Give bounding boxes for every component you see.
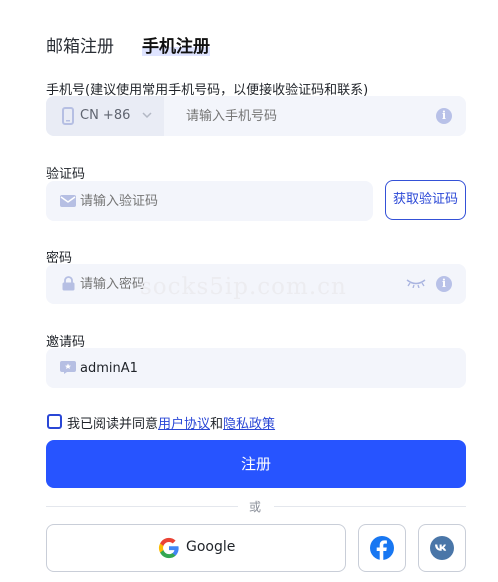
divider-text: 或 <box>249 500 262 514</box>
privacy-link[interactable]: 隐私政策 <box>223 417 275 432</box>
google-login-button[interactable]: Google <box>46 524 346 572</box>
invite-field: adminA1 <box>46 348 466 388</box>
divider-line-right <box>274 506 466 507</box>
chevron-down-icon <box>142 112 152 119</box>
facebook-icon <box>370 536 394 560</box>
divider-line-left <box>46 506 238 507</box>
terms-link[interactable]: 用户协议 <box>158 417 210 432</box>
vk-icon <box>430 536 454 560</box>
invite-input[interactable]: adminA1 <box>80 361 138 376</box>
mobile-phone-icon <box>62 107 74 125</box>
agreement-text: 我已阅读并同意用户协议和隐私政策 <box>67 413 275 432</box>
mail-icon <box>60 195 76 207</box>
country-code-value: CN +86 <box>80 108 131 123</box>
code-field <box>46 181 373 221</box>
google-label: Google <box>186 539 236 555</box>
vk-login-button[interactable] <box>418 524 466 572</box>
eye-closed-icon[interactable] <box>406 278 426 288</box>
code-input[interactable] <box>80 181 360 221</box>
country-code-select[interactable]: CN +86 <box>46 96 164 136</box>
lock-icon <box>62 276 75 291</box>
register-button[interactable]: 注册 <box>46 440 466 488</box>
phone-field: CN +86 i <box>46 96 466 136</box>
phone-input[interactable] <box>186 96 426 136</box>
google-icon <box>158 537 179 559</box>
get-code-button[interactable]: 获取验证码 <box>385 180 466 220</box>
tab-phone-label: 手机注册 <box>142 37 210 57</box>
facebook-login-button[interactable] <box>358 524 406 572</box>
agreement-and: 和 <box>210 417 224 432</box>
agreement-prefix: 我已阅读并同意 <box>67 417 159 432</box>
tab-email-register[interactable]: 邮箱注册 <box>46 32 114 57</box>
tab-phone-register[interactable]: 手机注册 <box>142 32 210 57</box>
info-icon[interactable]: i <box>436 108 452 124</box>
invite-card-icon <box>60 361 76 374</box>
password-info-icon[interactable]: i <box>436 276 452 292</box>
agreement-checkbox[interactable] <box>47 414 62 429</box>
watermark: socks5ip.com.cn <box>140 274 347 300</box>
code-label: 验证码 <box>46 167 86 182</box>
